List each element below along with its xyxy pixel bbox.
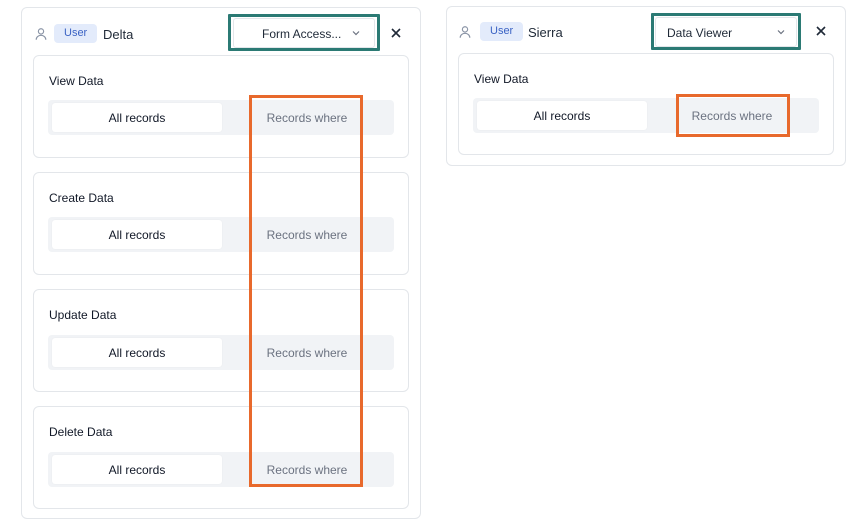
all-records-option[interactable]: All records	[477, 101, 647, 130]
user-icon	[34, 27, 48, 41]
user-name: Sierra	[528, 25, 563, 40]
records-where-highlight	[249, 95, 363, 487]
permission-title: Create Data	[49, 191, 114, 205]
all-records-option[interactable]: All records	[52, 455, 222, 484]
user-icon	[458, 25, 472, 39]
permission-title: View Data	[474, 72, 529, 86]
records-where-highlight	[676, 94, 790, 137]
role-dropdown-highlight	[228, 14, 380, 51]
user-type-badge: User	[54, 24, 98, 43]
permission-title: Update Data	[49, 308, 117, 322]
permission-title: View Data	[49, 74, 104, 88]
all-records-option[interactable]: All records	[52, 338, 222, 367]
user-type-badge: User	[480, 22, 524, 41]
close-icon[interactable]	[814, 24, 828, 38]
all-records-option[interactable]: All records	[52, 103, 222, 132]
permission-title: Delete Data	[49, 425, 113, 439]
user-name: Delta	[103, 27, 134, 42]
all-records-option[interactable]: All records	[52, 220, 222, 249]
role-dropdown-highlight	[651, 13, 801, 50]
close-icon[interactable]	[389, 26, 403, 40]
